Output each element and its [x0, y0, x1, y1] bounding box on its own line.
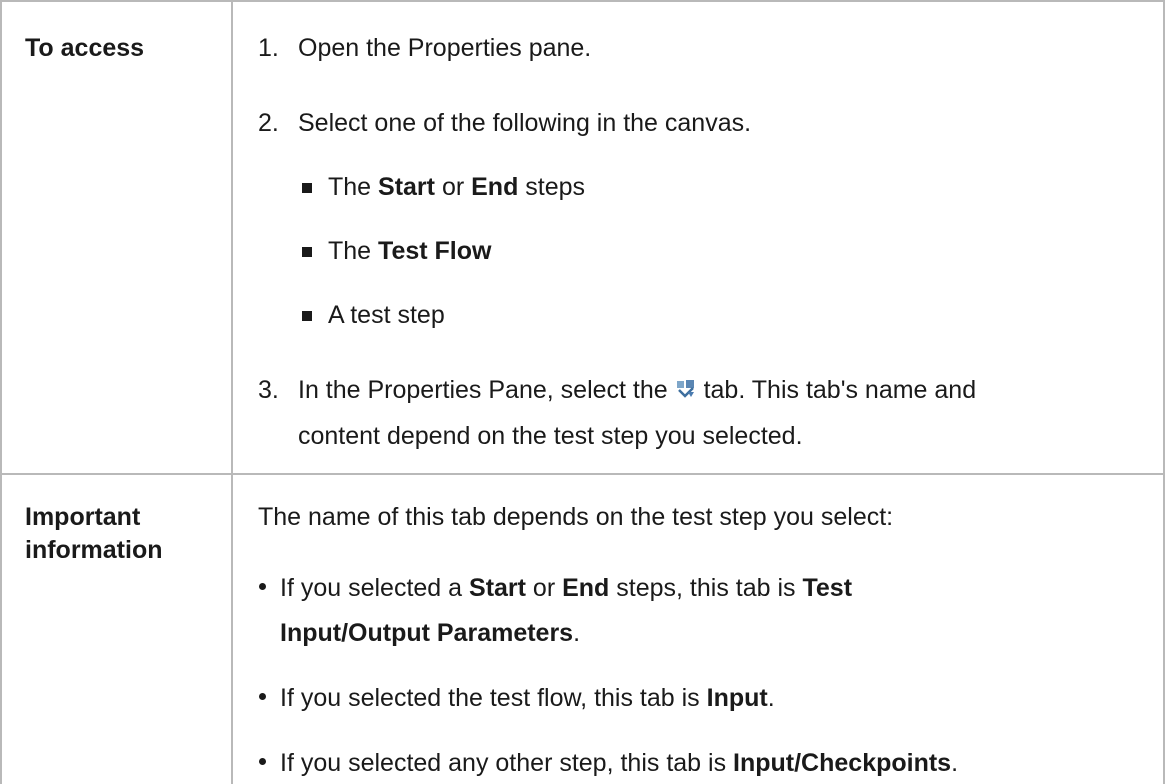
table-left-border — [0, 0, 2, 784]
info-item: If you selected a Start or End steps, th… — [280, 574, 853, 602]
row-divider — [0, 473, 1165, 475]
table-top-border — [0, 0, 1165, 2]
step-number: 3. — [258, 376, 279, 404]
step-number: 2. — [258, 109, 279, 137]
intro-text: The name of this tab depends on the test… — [258, 503, 894, 531]
bullet-dot — [259, 583, 266, 590]
bullet-square — [302, 183, 312, 193]
step-text: In the Properties Pane, select the tab. … — [298, 376, 977, 404]
step-text-continued: content depend on the test step you sele… — [298, 422, 803, 450]
info-item: If you selected any other step, this tab… — [280, 749, 959, 777]
input-checkpoints-tab-icon — [675, 376, 697, 398]
step-text: Select one of the following in the canva… — [298, 109, 752, 137]
bullet-square — [302, 311, 312, 321]
bullet-item: The Start or End steps — [328, 173, 586, 201]
bullet-item: The Test Flow — [328, 237, 492, 265]
info-item: If you selected the test flow, this tab … — [280, 684, 775, 712]
bullet-dot — [259, 758, 266, 765]
step-number: 1. — [258, 34, 279, 62]
row-label-important-information: Important information — [25, 503, 163, 564]
bullet-item: A test step — [328, 301, 445, 329]
column-divider — [231, 0, 233, 784]
properties-table: To access 1. Open the Properties pane. 2… — [0, 0, 1165, 784]
step-text: Open the Properties pane. — [298, 34, 592, 62]
bullet-square — [302, 247, 312, 257]
info-item-continued: Input/Output Parameters. — [280, 619, 581, 647]
bullet-dot — [259, 693, 266, 700]
row-label-to-access: To access — [25, 34, 145, 62]
